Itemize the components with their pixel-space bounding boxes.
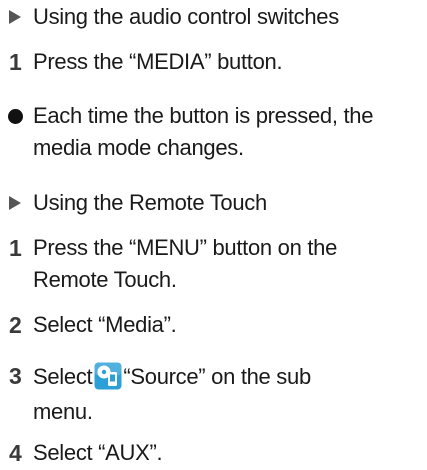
step-number: 1 <box>9 235 22 261</box>
step-text-line-1: Press the “MENU” button on the <box>33 235 338 260</box>
note-text-line-1: Each time the button is pressed, the <box>33 103 374 128</box>
step-text-line-1: Select “Source” on the sub <box>33 362 311 390</box>
step-text-line-2: menu. <box>33 399 93 424</box>
manual-page: Using the audio control switches 1 Press… <box>8 3 374 466</box>
note-text-line-2: media mode changes. <box>33 135 244 160</box>
step-number: 1 <box>9 49 22 75</box>
step-text: Press the “MEDIA” button. <box>33 49 283 74</box>
bullet-dot <box>8 102 23 131</box>
step-text: Select “AUX”. <box>33 440 163 465</box>
source-icon <box>94 362 122 390</box>
step-text: Select “Media”. <box>33 312 177 337</box>
heading-triangle-marker <box>9 3 21 31</box>
heading-triangle-marker <box>9 189 21 217</box>
step-number: 3 <box>9 363 22 389</box>
step-number: 2 <box>9 312 22 338</box>
step-text-line-2: Remote Touch. <box>33 267 177 292</box>
step-number: 4 <box>9 440 22 466</box>
